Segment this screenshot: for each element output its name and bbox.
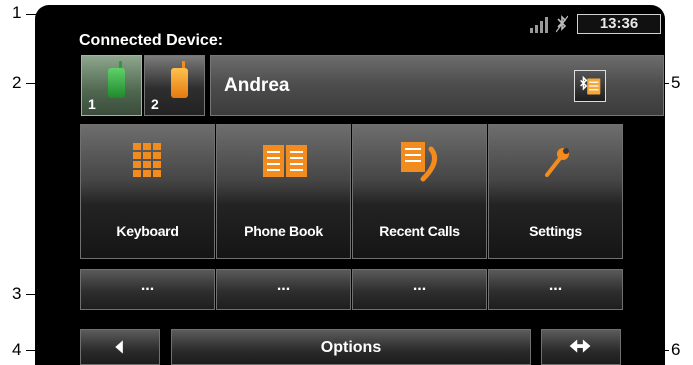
phone-book-label: Phone Book [244,223,323,239]
device-2-button[interactable]: 2 [144,55,205,116]
settings-tile[interactable]: Settings [488,124,623,259]
options-label: Options [320,339,382,356]
keyboard-tile[interactable]: Keyboard [80,124,215,259]
callout-4: 4 [12,340,22,359]
callout-6: 6 [671,340,681,359]
book-icon [263,145,307,177]
callout-3: 3 [12,284,22,303]
shortcut-slot-4[interactable]: ... [488,269,623,310]
device-1-button[interactable]: 1 [81,55,142,116]
shortcut-slot-1[interactable]: ... [80,269,215,310]
callout-1: 1 [12,3,22,22]
back-button[interactable] [80,329,160,365]
keypad-icon [133,143,161,177]
device-2-number: 2 [151,96,159,112]
device-1-number: 1 [88,96,96,112]
phone-book-tile[interactable]: Phone Book [216,124,351,259]
orange-phone-icon [171,68,188,98]
wrench-icon [545,148,569,177]
arrows-left-right-icon [569,339,591,353]
bluetooth-off-icon [556,15,568,33]
device-screen: 13:36 Connected Device: 1 2 Andrea Keybo… [35,5,665,365]
shortcut-slot-2[interactable]: ... [216,269,351,310]
settings-label: Settings [529,223,582,239]
callout-2: 2 [12,73,22,92]
call-list-icon [401,142,438,182]
recent-calls-label: Recent Calls [379,223,460,239]
recent-calls-tile[interactable]: Recent Calls [352,124,487,259]
shortcut-slot-3[interactable]: ... [352,269,487,310]
clock: 13:36 [577,14,661,34]
keyboard-label: Keyboard [116,223,179,239]
options-button[interactable]: Options [171,329,531,365]
connected-device-label: Connected Device: [79,32,224,49]
device-name: Andrea [224,75,290,96]
signal-strength-icon [530,17,548,33]
switch-button[interactable] [541,329,621,365]
figure-canvas: 1 2 3 4 5 6 13:36 Connected Device: 1 2 … [0,0,693,365]
bluetooth-list-icon [580,75,601,95]
bluetooth-settings-button[interactable] [574,70,606,102]
green-phone-icon [108,68,125,98]
callout-5: 5 [671,73,681,92]
triangle-left-icon [115,340,123,354]
